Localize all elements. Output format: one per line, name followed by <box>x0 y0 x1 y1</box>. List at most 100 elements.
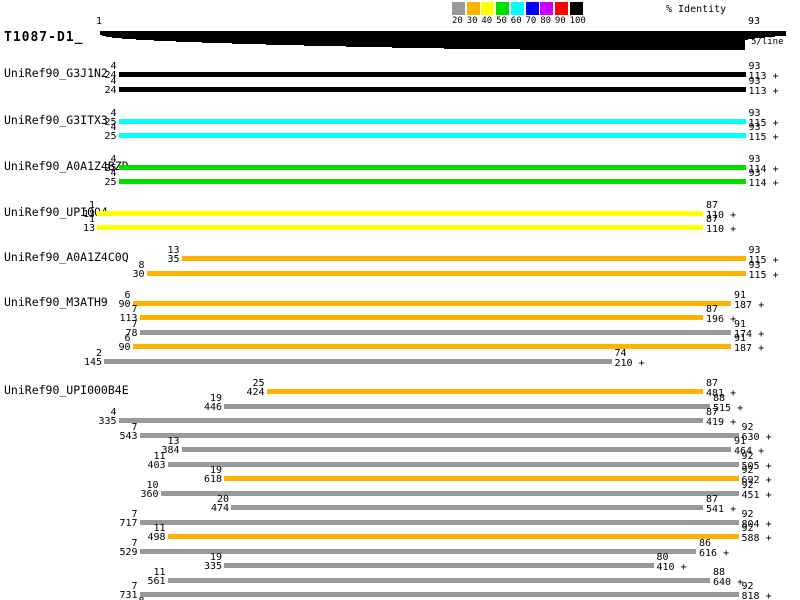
legend-swatch-70 <box>526 2 539 15</box>
hit-start-num: 145 <box>42 358 102 368</box>
legend-swatch-40 <box>481 2 494 15</box>
alignment-bar <box>119 119 746 124</box>
alignment-bar <box>224 404 710 409</box>
alignment-bar <box>182 256 746 261</box>
hit-start-num: 25 <box>57 132 117 142</box>
query-end-num: 88 <box>713 568 725 578</box>
legend-swatch-20 <box>452 2 465 15</box>
hit-end-num: 115 + <box>749 271 779 281</box>
hit-start-num: 30 <box>85 270 145 280</box>
hit-start-num: 529 <box>78 548 138 558</box>
legend-tick-30: 30 <box>467 17 478 26</box>
alignment-bar <box>119 165 746 170</box>
hit-end-num: 616 + <box>699 549 729 559</box>
alignment-bar <box>168 578 711 583</box>
hit-end-num: 451 + <box>742 491 772 501</box>
legend-tick-40: 40 <box>481 17 492 26</box>
query-end-num: 87 <box>706 201 718 211</box>
axis-end-label: 93 <box>748 17 760 27</box>
alignment-bar <box>140 520 739 525</box>
legend-tick-60: 60 <box>511 17 522 26</box>
hit-end-num: 115 + <box>749 133 779 143</box>
legend-swatch-30 <box>467 2 480 15</box>
alignment-bar <box>267 389 704 394</box>
query-end-num: 93 <box>749 261 761 271</box>
query-end-num: 93 <box>749 109 761 119</box>
alignment-bar <box>231 505 703 510</box>
legend-swatch-50 <box>496 2 509 15</box>
hit-start-num: 13 <box>35 224 95 234</box>
hit-start-num: 25 <box>57 178 117 188</box>
hit-start-num: 618 <box>162 475 222 485</box>
alignment-bar <box>140 330 732 335</box>
legend-title: % Identity <box>666 5 726 15</box>
hit-end-num: 114 + <box>749 179 779 189</box>
query-end-num: 91 <box>734 320 746 330</box>
hit-end-num: 113 + <box>749 87 779 97</box>
query-end-num: 92 <box>742 452 754 462</box>
query-start-num: 8 <box>85 597 145 600</box>
legend-swatch-80 <box>540 2 553 15</box>
alignment-bar <box>119 72 746 77</box>
alignment-bar <box>224 563 654 568</box>
hit-end-num: 187 + <box>734 344 764 354</box>
legend-tick-50: 50 <box>496 17 507 26</box>
alignment-bar <box>97 211 703 216</box>
alignment-bar <box>140 549 697 554</box>
hit-end-num: 196 + <box>706 315 736 325</box>
alignment-bar <box>182 447 732 452</box>
alignment-bar <box>104 359 612 364</box>
query-end-num: 88 <box>713 394 725 404</box>
axis-start-label: 1 <box>96 17 102 27</box>
alignment-bar <box>224 476 739 481</box>
coverage-line <box>520 49 745 50</box>
legend-tick-70: 70 <box>526 17 537 26</box>
alignment-bar <box>161 491 739 496</box>
query-end-num: 92 <box>742 510 754 520</box>
alignment-bar <box>140 592 739 597</box>
query-end-num: 92 <box>742 423 754 433</box>
hit-start-num: 335 <box>162 562 222 572</box>
hits-per-line-label: 5/line <box>751 38 784 47</box>
alignment-bar <box>133 344 732 349</box>
query-end-num: 91 <box>734 291 746 301</box>
alignment-bar <box>147 271 746 276</box>
hit-end-num: 110 + <box>706 225 736 235</box>
legend-tick-100: 100 <box>570 17 586 26</box>
alignment-bar <box>119 418 704 423</box>
alignment-bar <box>140 433 739 438</box>
query-end-num: 92 <box>742 481 754 491</box>
query-end-num: 93 <box>749 77 761 87</box>
hit-start-num: 24 <box>57 86 117 96</box>
target-title: T1087-D1_ <box>4 31 83 44</box>
hit-end-num: 419 + <box>706 418 736 428</box>
identity-legend: 2030405060708090100 <box>452 2 592 26</box>
legend-swatch-90 <box>555 2 568 15</box>
alignment-bar <box>168 534 739 539</box>
alignment-bar <box>119 87 746 92</box>
hit-label: UniRef90_UPI000B4E <box>4 385 129 396</box>
legend-swatch-60 <box>511 2 524 15</box>
hit-end-num: 410 + <box>657 563 687 573</box>
hit-end-num: 588 + <box>742 534 772 544</box>
hit-end-num: 640 + <box>713 578 743 588</box>
query-end-num: 93 <box>749 155 761 165</box>
hit-start-num: 446 <box>162 403 222 413</box>
legend-tick-20: 20 <box>452 17 463 26</box>
hit-start-num: 360 <box>99 490 159 500</box>
alignment-bar <box>140 315 704 320</box>
hit-end-num: 187 + <box>734 301 764 311</box>
legend-tick-90: 90 <box>555 17 566 26</box>
alignment-coverage-plot: T1087-D1_ 1 93 5/line % Identity 2030405… <box>0 0 800 600</box>
hit-end-num: 818 + <box>742 592 772 600</box>
legend-swatch-100 <box>570 2 583 15</box>
hit-start-num: 474 <box>169 504 229 514</box>
hit-end-num: 541 + <box>706 505 736 515</box>
query-end-num: 86 <box>699 539 711 549</box>
alignment-bar <box>119 179 746 184</box>
alignment-bar <box>168 462 739 467</box>
alignment-bar <box>133 301 732 306</box>
alignment-bar <box>97 225 703 230</box>
hit-start-num: 403 <box>106 461 166 471</box>
query-end-num: 74 <box>615 349 627 359</box>
